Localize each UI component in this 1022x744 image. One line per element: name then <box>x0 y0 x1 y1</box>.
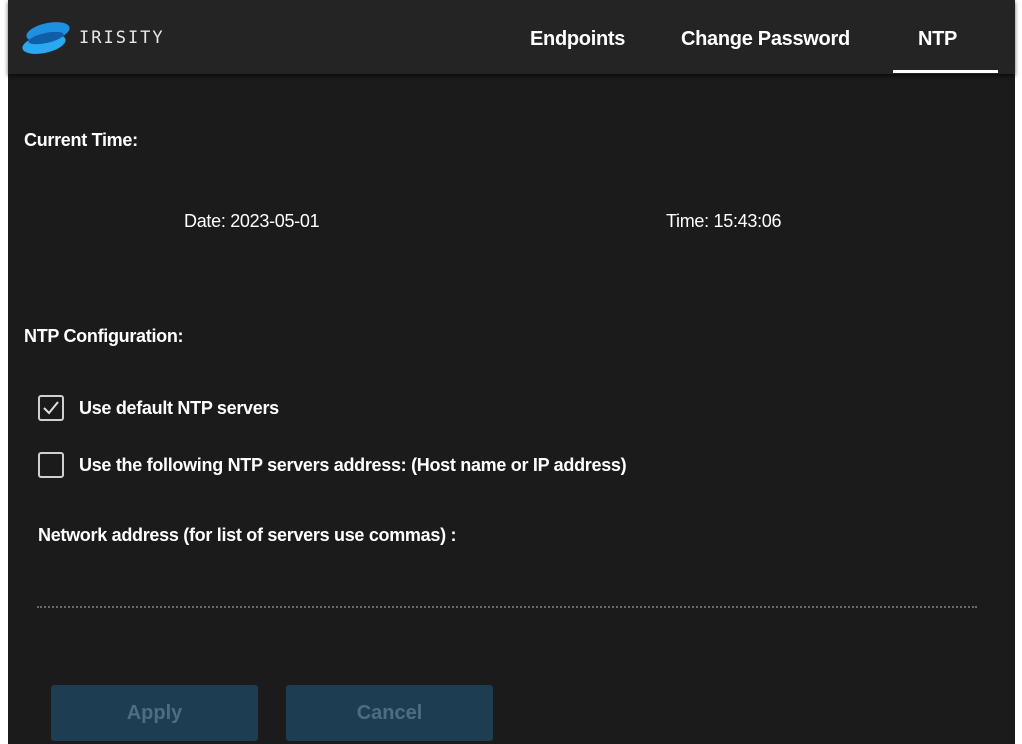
current-time-heading: Current Time: <box>24 130 138 150</box>
default-ntp-checkbox[interactable] <box>38 395 64 421</box>
current-date: Date: 2023-05-01 <box>184 211 320 231</box>
tab-endpoints[interactable]: Endpoints <box>530 28 625 51</box>
network-address-input[interactable] <box>37 568 977 608</box>
irisity-logo-icon <box>22 22 70 54</box>
custom-ntp-option[interactable]: Use the following NTP servers address: (… <box>38 450 627 480</box>
active-tab-indicator <box>893 70 998 73</box>
custom-ntp-label: Use the following NTP servers address: (… <box>79 454 627 475</box>
network-address-label: Network address (for list of servers use… <box>38 525 457 545</box>
ntp-configuration-heading: NTP Configuration: <box>24 326 184 346</box>
brand-name: IRISITY <box>79 28 165 48</box>
ntp-settings-window: IRISITY Endpoints Change Password NTP Cu… <box>8 0 1015 744</box>
cancel-button[interactable]: Cancel <box>286 685 493 741</box>
apply-button[interactable]: Apply <box>51 685 258 741</box>
default-ntp-option[interactable]: Use default NTP servers <box>38 393 279 423</box>
tab-ntp[interactable]: NTP <box>918 28 957 51</box>
custom-ntp-checkbox[interactable] <box>38 452 64 478</box>
checkmark-icon <box>43 401 59 415</box>
tab-change-password[interactable]: Change Password <box>681 28 850 51</box>
top-navigation-bar: IRISITY Endpoints Change Password NTP <box>8 0 1015 74</box>
current-time: Time: 15:43:06 <box>666 211 782 231</box>
default-ntp-label: Use default NTP servers <box>79 397 279 418</box>
